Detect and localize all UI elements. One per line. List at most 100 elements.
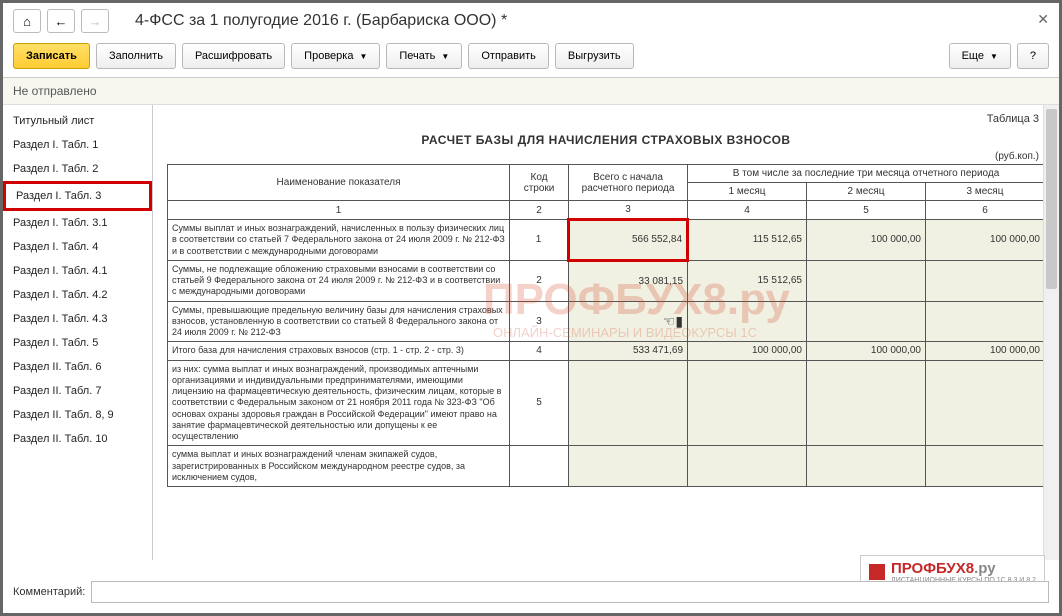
col-number: 2 bbox=[510, 201, 569, 220]
chevron-down-icon: ▼ bbox=[441, 52, 449, 61]
table-row: Суммы, не подлежащие обложению страховым… bbox=[168, 260, 1045, 301]
cell-m3[interactable] bbox=[925, 260, 1044, 301]
cell-desc: Итого база для начисления страховых взно… bbox=[168, 342, 510, 360]
vertical-scrollbar[interactable] bbox=[1043, 105, 1059, 560]
forward-button: → bbox=[81, 9, 109, 33]
cell-m2[interactable]: 100 000,00 bbox=[807, 220, 926, 261]
cell-total[interactable]: 533 471,69 bbox=[569, 342, 688, 360]
sidebar-item[interactable]: Раздел II. Табл. 8, 9 bbox=[3, 403, 152, 427]
cell-m1[interactable]: 100 000,00 bbox=[688, 342, 807, 360]
sidebar-item[interactable]: Раздел I. Табл. 3 bbox=[3, 181, 152, 211]
save-button[interactable]: Записать bbox=[13, 43, 90, 69]
print-button[interactable]: Печать▼ bbox=[386, 43, 462, 69]
table-number: Таблица 3 bbox=[167, 113, 1045, 125]
col-code: Код строки bbox=[510, 165, 569, 201]
comment-label: Комментарий: bbox=[13, 586, 85, 598]
cell-desc: Суммы, превышающие предельную величину б… bbox=[168, 301, 510, 342]
cell-code bbox=[510, 446, 569, 487]
sidebar-item[interactable]: Раздел I. Табл. 4.1 bbox=[3, 259, 152, 283]
sidebar-item[interactable]: Раздел I. Табл. 4.2 bbox=[3, 283, 152, 307]
send-status: Не отправлено bbox=[3, 78, 1059, 105]
help-button[interactable]: ? bbox=[1017, 43, 1049, 69]
cell-desc: Суммы, не подлежащие обложению страховым… bbox=[168, 260, 510, 301]
cell-desc: Суммы выплат и иных вознаграждений, начи… bbox=[168, 220, 510, 261]
table-row: Суммы, превышающие предельную величину б… bbox=[168, 301, 1045, 342]
col-name: Наименование показателя bbox=[168, 165, 510, 201]
cell-total[interactable]: ☜▮ bbox=[569, 301, 688, 342]
col-number: 5 bbox=[807, 201, 926, 220]
sidebar-item[interactable]: Раздел I. Табл. 5 bbox=[3, 331, 152, 355]
close-icon[interactable]: ✕ bbox=[1037, 11, 1049, 28]
cell-total[interactable] bbox=[569, 360, 688, 446]
col-number: 4 bbox=[688, 201, 807, 220]
cell-m3[interactable]: 100 000,00 bbox=[925, 220, 1044, 261]
cell-m1[interactable] bbox=[688, 360, 807, 446]
back-button[interactable]: ← bbox=[47, 9, 75, 33]
cell-m1[interactable] bbox=[688, 446, 807, 487]
cell-m3[interactable]: 100 000,00 bbox=[925, 342, 1044, 360]
cell-code: 1 bbox=[510, 220, 569, 261]
cell-m1[interactable]: 15 512,65 bbox=[688, 260, 807, 301]
table-row: сумма выплат и иных вознаграждений члена… bbox=[168, 446, 1045, 487]
window-header: ⌂ ← → 4-ФСС за 1 полугодие 2016 г. (Барб… bbox=[3, 3, 1059, 39]
col-m1: 1 месяц bbox=[688, 183, 807, 201]
cell-m1[interactable] bbox=[688, 301, 807, 342]
brand-logo-icon bbox=[869, 564, 885, 580]
table-row: из них: сумма выплат и иных вознагражден… bbox=[168, 360, 1045, 446]
col-total: Всего с начала расчетного периода bbox=[569, 165, 688, 201]
document-title: 4-ФСС за 1 полугодие 2016 г. (Барбариска… bbox=[135, 12, 507, 30]
cell-m2[interactable] bbox=[807, 301, 926, 342]
toolbar: Записать Заполнить Расшифровать Проверка… bbox=[3, 39, 1059, 78]
cell-code: 5 bbox=[510, 360, 569, 446]
sidebar-item[interactable]: Раздел I. Табл. 4.3 bbox=[3, 307, 152, 331]
scrollbar-thumb[interactable] bbox=[1046, 109, 1057, 289]
cell-desc: из них: сумма выплат и иных вознагражден… bbox=[168, 360, 510, 446]
sidebar-item[interactable]: Раздел II. Табл. 6 bbox=[3, 355, 152, 379]
cell-m2[interactable] bbox=[807, 360, 926, 446]
col-number: 1 bbox=[168, 201, 510, 220]
decode-button[interactable]: Расшифровать bbox=[182, 43, 285, 69]
send-button[interactable]: Отправить bbox=[468, 43, 549, 69]
comment-footer: Комментарий: bbox=[13, 581, 1049, 603]
cell-m3[interactable] bbox=[925, 301, 1044, 342]
cell-total[interactable] bbox=[569, 446, 688, 487]
cell-total[interactable]: 566 552,84 bbox=[569, 220, 688, 261]
cell-m3[interactable] bbox=[925, 360, 1044, 446]
more-button[interactable]: Еще▼ bbox=[949, 43, 1011, 69]
table-row: Итого база для начисления страховых взно… bbox=[168, 342, 1045, 360]
table-row: Суммы выплат и иных вознаграждений, начи… bbox=[168, 220, 1045, 261]
sidebar-item[interactable]: Раздел I. Табл. 3.1 bbox=[3, 211, 152, 235]
sidebar-item[interactable]: Титульный лист bbox=[3, 109, 152, 133]
check-button[interactable]: Проверка▼ bbox=[291, 43, 380, 69]
home-button[interactable]: ⌂ bbox=[13, 9, 41, 33]
cell-code: 2 bbox=[510, 260, 569, 301]
col-number: 3 bbox=[569, 201, 688, 220]
cell-m1[interactable]: 115 512,65 bbox=[688, 220, 807, 261]
sidebar-item[interactable]: Раздел I. Табл. 2 bbox=[3, 157, 152, 181]
chevron-down-icon: ▼ bbox=[359, 52, 367, 61]
cell-m2[interactable]: 100 000,00 bbox=[807, 342, 926, 360]
chevron-down-icon: ▼ bbox=[990, 52, 998, 61]
col-m3: 3 месяц bbox=[925, 183, 1044, 201]
report-content: Таблица 3 РАСЧЕТ БАЗЫ ДЛЯ НАЧИСЛЕНИЯ СТР… bbox=[153, 105, 1059, 560]
sidebar-item[interactable]: Раздел II. Табл. 10 bbox=[3, 427, 152, 451]
cell-desc: сумма выплат и иных вознаграждений члена… bbox=[168, 446, 510, 487]
cell-m3[interactable] bbox=[925, 446, 1044, 487]
table-unit: (руб.коп.) bbox=[167, 151, 1045, 162]
fill-button[interactable]: Заполнить bbox=[96, 43, 176, 69]
col-m2: 2 месяц bbox=[807, 183, 926, 201]
col-number: 6 bbox=[925, 201, 1044, 220]
cell-code: 3 bbox=[510, 301, 569, 342]
hand-pointer-icon: ☜▮ bbox=[573, 313, 683, 330]
section-sidebar: Титульный листРаздел I. Табл. 1Раздел I.… bbox=[3, 105, 153, 560]
export-button[interactable]: Выгрузить bbox=[555, 43, 634, 69]
cell-code: 4 bbox=[510, 342, 569, 360]
sidebar-item[interactable]: Раздел I. Табл. 4 bbox=[3, 235, 152, 259]
col-last3: В том числе за последние три месяца отче… bbox=[688, 165, 1045, 183]
cell-total[interactable]: 33 081,15 bbox=[569, 260, 688, 301]
sidebar-item[interactable]: Раздел I. Табл. 1 bbox=[3, 133, 152, 157]
cell-m2[interactable] bbox=[807, 260, 926, 301]
comment-input[interactable] bbox=[91, 581, 1049, 603]
sidebar-item[interactable]: Раздел II. Табл. 7 bbox=[3, 379, 152, 403]
cell-m2[interactable] bbox=[807, 446, 926, 487]
